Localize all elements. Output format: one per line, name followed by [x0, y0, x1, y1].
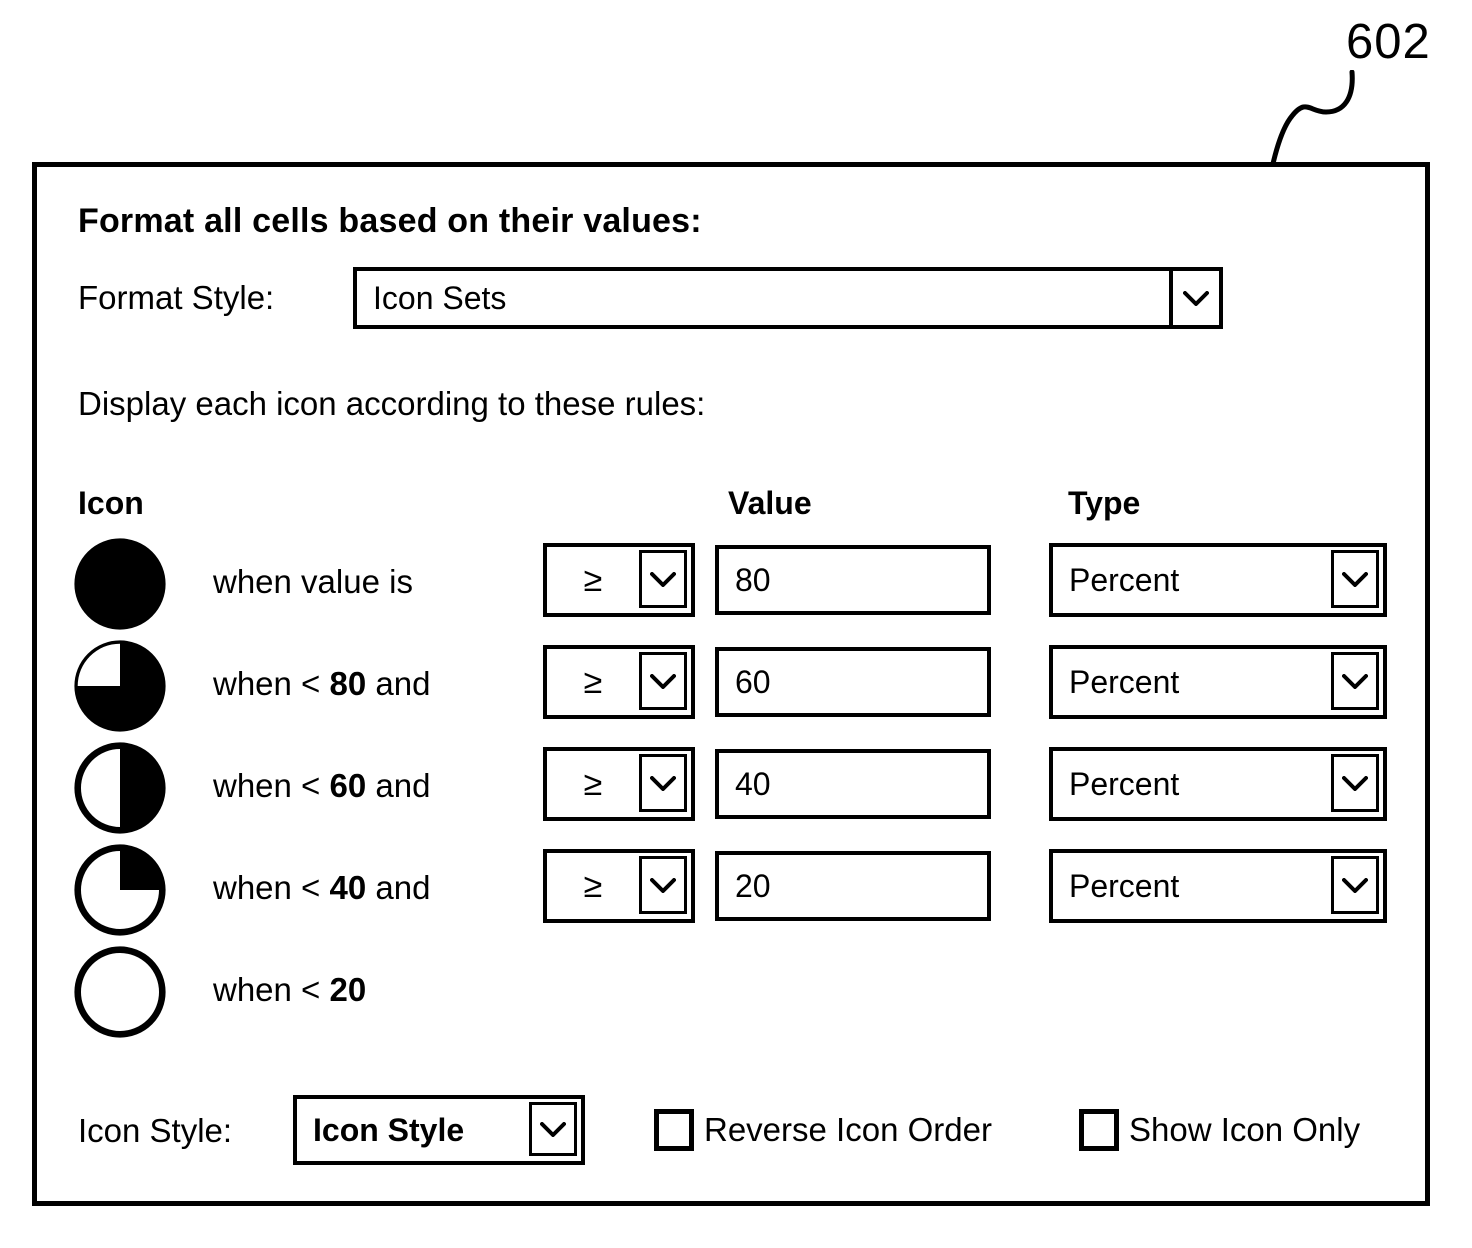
rule-condition-prefix: when < [213, 869, 330, 906]
icon-style-value: Icon Style [313, 1111, 465, 1148]
operator-dropdown[interactable]: ≥ [543, 849, 695, 923]
pie-icon-full [73, 537, 167, 631]
chevron-down-icon[interactable] [1331, 550, 1379, 608]
operator-dropdown[interactable]: ≥ [543, 747, 695, 821]
show-icon-only-label: Show Icon Only [1129, 1111, 1361, 1148]
column-header-icon: Icon [78, 485, 144, 521]
value-input[interactable]: 20 [715, 851, 991, 921]
pie-icon-half [73, 741, 167, 835]
column-header-type: Type [1068, 485, 1141, 521]
rule-condition-threshold: 80 [329, 665, 367, 702]
rule-condition-text: when < 40 and [213, 869, 430, 907]
chevron-down-icon[interactable] [639, 856, 687, 914]
table-row: when < 40 and ≥ 20 Percent [37, 843, 1425, 945]
type-dropdown[interactable]: Percent [1049, 543, 1387, 617]
operator-value: ≥ [583, 662, 603, 701]
dialog-title: Format all cells based on their values: [78, 202, 702, 240]
figure-canvas: 602 Format all cells based on their valu… [0, 0, 1472, 1248]
rule-condition-threshold: 20 [329, 971, 367, 1008]
operator-dropdown[interactable]: ≥ [543, 543, 695, 617]
chevron-down-icon[interactable] [639, 652, 687, 710]
table-row: when < 80 and ≥ 60 Percent [37, 639, 1425, 741]
pie-icon-three-quarter [73, 639, 167, 733]
chevron-down-icon[interactable] [1331, 856, 1379, 914]
rule-condition-prefix: when < [213, 767, 330, 804]
rule-condition-threshold: 40 [329, 869, 367, 906]
type-value: Percent [1069, 867, 1180, 904]
type-value: Percent [1069, 765, 1180, 802]
value-input-text: 40 [735, 765, 771, 802]
rule-condition-suffix: and [366, 665, 431, 702]
type-value: Percent [1069, 561, 1180, 598]
rules-instruction: Display each icon according to these rul… [78, 385, 706, 422]
conditional-formatting-dialog: Format all cells based on their values: … [32, 162, 1430, 1206]
format-style-dropdown[interactable]: Icon Sets [353, 267, 1223, 329]
chevron-down-icon[interactable] [1169, 271, 1219, 325]
table-row: when < 20 [37, 945, 1425, 1047]
value-input-text: 20 [735, 867, 771, 904]
value-input-text: 60 [735, 663, 771, 700]
icon-style-label: Icon Style: [78, 1112, 233, 1149]
rule-condition-prefix: when < [213, 971, 330, 1008]
type-dropdown[interactable]: Percent [1049, 645, 1387, 719]
chevron-down-icon[interactable] [639, 754, 687, 812]
chevron-down-icon[interactable] [1331, 754, 1379, 812]
rule-condition-text: when < 60 and [213, 767, 430, 805]
table-row: when value is ≥ 80 Percent [37, 537, 1425, 639]
rule-condition-text: when < 80 and [213, 665, 430, 703]
rule-condition-prefix: when value is [213, 563, 413, 600]
show-icon-only-checkbox[interactable] [1079, 1109, 1119, 1151]
value-input[interactable]: 80 [715, 545, 991, 615]
format-style-label: Format Style: [78, 279, 275, 316]
reverse-icon-order-checkbox[interactable] [654, 1109, 694, 1151]
value-input[interactable]: 60 [715, 647, 991, 717]
format-style-value: Icon Sets [373, 279, 507, 316]
column-header-value: Value [728, 485, 812, 521]
chevron-down-icon[interactable] [529, 1102, 577, 1156]
operator-dropdown[interactable]: ≥ [543, 645, 695, 719]
type-value: Percent [1069, 663, 1180, 700]
figure-reference-number: 602 [1346, 15, 1431, 69]
rule-condition-threshold: 60 [329, 767, 367, 804]
value-input[interactable]: 40 [715, 749, 991, 819]
operator-value: ≥ [583, 866, 603, 905]
chevron-down-icon[interactable] [1331, 652, 1379, 710]
rule-condition-prefix: when < [213, 665, 330, 702]
table-row: when < 60 and ≥ 40 Percent [37, 741, 1425, 843]
rule-condition-suffix: and [366, 869, 431, 906]
type-dropdown[interactable]: Percent [1049, 747, 1387, 821]
rule-condition-text: when value is [213, 563, 413, 601]
type-dropdown[interactable]: Percent [1049, 849, 1387, 923]
rule-condition-suffix: and [366, 767, 431, 804]
reverse-icon-order-checkbox-group[interactable]: Reverse Icon Order [654, 1109, 992, 1151]
pie-icon-quarter [73, 843, 167, 937]
rule-condition-text: when < 20 [213, 971, 366, 1009]
operator-value: ≥ [583, 764, 603, 803]
chevron-down-icon[interactable] [639, 550, 687, 608]
value-input-text: 80 [735, 561, 771, 598]
pie-icon-empty [73, 945, 167, 1039]
reverse-icon-order-label: Reverse Icon Order [704, 1111, 992, 1148]
show-icon-only-checkbox-group[interactable]: Show Icon Only [1079, 1109, 1360, 1151]
icon-style-dropdown[interactable]: Icon Style [293, 1095, 585, 1165]
operator-value: ≥ [583, 560, 603, 599]
